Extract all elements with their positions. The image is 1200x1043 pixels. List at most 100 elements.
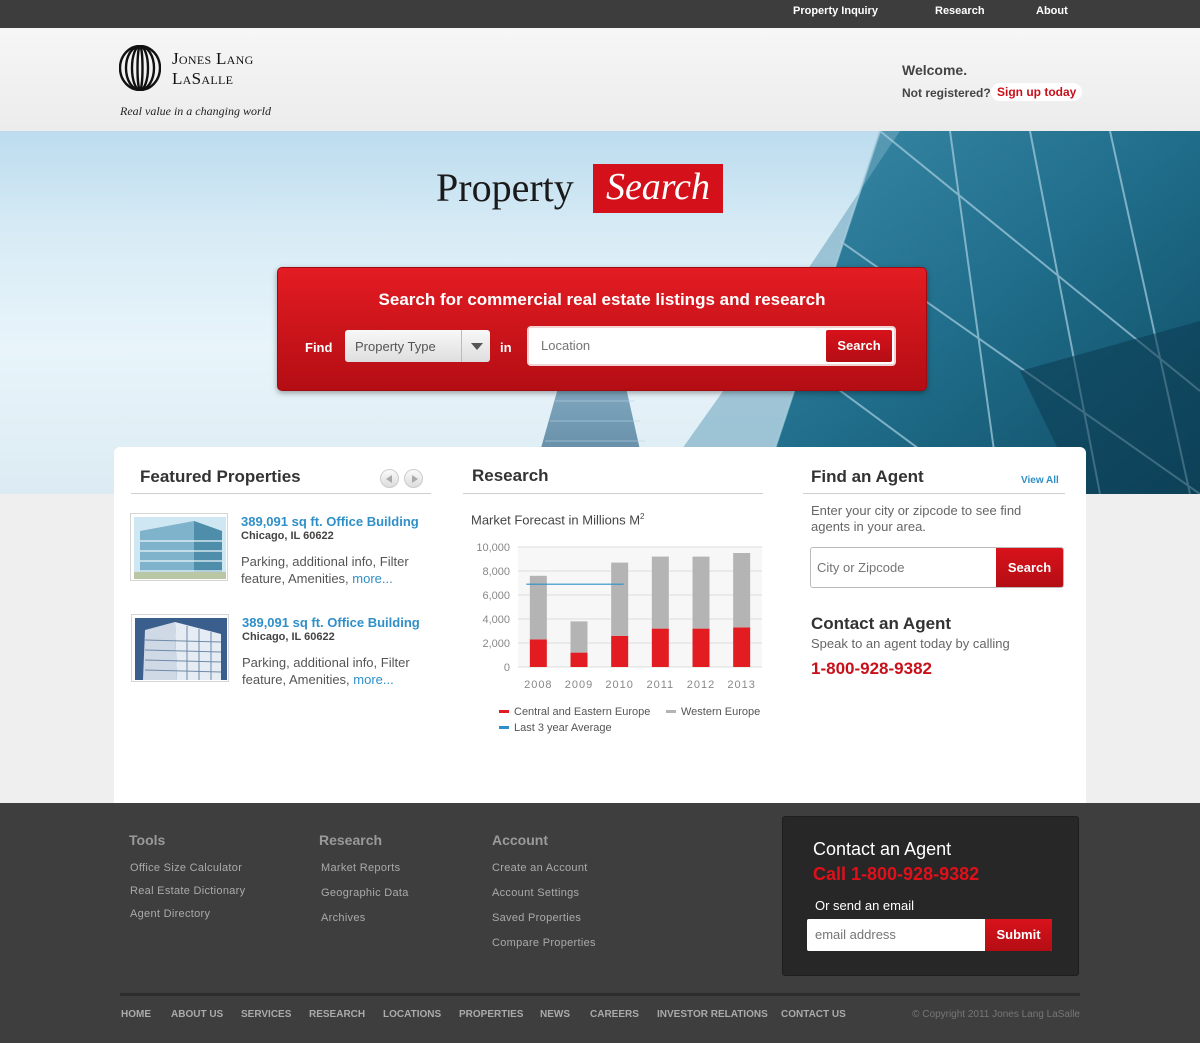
property-thumbnail[interactable] [130, 513, 228, 581]
legend-swatch [666, 709, 676, 713]
in-label: in [500, 340, 512, 355]
footer-link[interactable]: Office Size Calculator [130, 862, 242, 874]
footer-link[interactable]: Market Reports [321, 862, 400, 874]
market-forecast-chart: 10,000 8,000 6,000 4,000 2,000 0 2008 2009 2010 2… [476, 542, 762, 691]
bar-segment [529, 639, 547, 667]
brand-name[interactable]: Jones Lang LaSalle [172, 49, 254, 89]
hero-banner: Property Search Search for commercial re… [0, 131, 1200, 494]
property-title-link[interactable]: 389,091 sq ft. Office Building [241, 514, 419, 529]
not-registered-text: Not registered? [902, 86, 991, 100]
chart-title-text: Market Forecast in Millions M [471, 512, 641, 528]
footer-nav-home[interactable]: HOME [121, 1009, 151, 1020]
footer-nav-properties[interactable]: PROPERTIES [459, 1009, 523, 1020]
office-tower-image [135, 618, 227, 680]
hero-title-highlight: Search [593, 164, 723, 213]
x-tick-label: 2011 [647, 679, 675, 691]
contact-agent-heading: Contact an Agent [811, 614, 952, 633]
welcome-text: Welcome. [902, 62, 968, 78]
legend-label: Central and Eastern Europe [514, 706, 651, 718]
footer-link[interactable]: Geographic Data [321, 887, 409, 899]
footer-nav-contact[interactable]: CONTACT US [781, 1009, 846, 1020]
property-description: Parking, additional info, Filter feature… [241, 553, 431, 587]
footer-nav-locations[interactable]: LOCATIONS [383, 1009, 441, 1020]
footer-nav-investor-relations[interactable]: INVESTOR RELATIONS [657, 1009, 768, 1020]
chart-title: Market Forecast in Millions M2 [471, 512, 645, 527]
bar-segment [692, 556, 710, 629]
brand-tagline: Real value in a changing world [120, 104, 271, 118]
city-zip-input[interactable] [817, 560, 987, 575]
footer-link[interactable]: Compare Properties [492, 937, 596, 949]
topnav-about[interactable]: About [1036, 5, 1068, 17]
legend-item: Central and Eastern Europe [499, 706, 650, 718]
x-tick-label: 2010 [605, 679, 633, 691]
footer-email-label: Or send an email [815, 898, 914, 913]
y-tick-label: 4,000 [482, 614, 510, 626]
bar-segment [733, 553, 751, 628]
x-tick-label: 2012 [687, 679, 715, 691]
footer-link[interactable]: Archives [321, 912, 366, 924]
property-type-select[interactable]: Property Type [345, 330, 490, 362]
bar-segment [611, 562, 629, 636]
view-all-link[interactable]: View All [1021, 475, 1059, 486]
property-description: Parking, additional info, Filter feature… [242, 654, 432, 688]
bar-segment [529, 575, 547, 640]
legend-swatch [499, 725, 509, 729]
office-building-image [134, 517, 226, 579]
next-arrow-icon[interactable] [404, 469, 423, 488]
property-type-value: Property Type [355, 339, 436, 354]
agent-search-button[interactable]: Search [996, 548, 1063, 587]
footer-link[interactable]: Create an Account [492, 862, 588, 874]
find-label: Find [305, 340, 333, 355]
y-tick-label: 10,000 [476, 542, 510, 554]
search-heading: Search for commercial real estate listin… [378, 290, 826, 309]
chevron-down-icon[interactable] [461, 330, 490, 362]
topnav-property-inquiry[interactable]: Property Inquiry [793, 5, 878, 17]
footer-nav-careers[interactable]: CAREERS [590, 1009, 639, 1020]
footer-account-heading: Account [492, 832, 548, 848]
bar-segment [651, 628, 669, 667]
more-link[interactable]: more... [353, 672, 393, 687]
bar-segment [733, 627, 751, 667]
property-title-link[interactable]: 389,091 sq ft. Office Building [242, 615, 420, 630]
agent-phone-number[interactable]: 1-800-928-9382 [811, 659, 932, 679]
plot-area [518, 547, 762, 667]
footer-nav-about[interactable]: ABOUT US [171, 1009, 223, 1020]
footer-nav-news[interactable]: NEWS [540, 1009, 570, 1020]
footer-link[interactable]: Real Estate Dictionary [130, 885, 245, 897]
footer-nav-services[interactable]: SERVICES [241, 1009, 291, 1020]
legend-label: Western Europe [681, 706, 761, 718]
property-search-button[interactable]: Search [826, 330, 892, 362]
signup-link[interactable]: Sign up today [991, 83, 1083, 101]
brand-line-1: Jones Lang [172, 49, 254, 68]
brand-line-2: LaSalle [172, 69, 234, 88]
footer-link[interactable]: Account Settings [492, 887, 579, 899]
prev-arrow-icon[interactable] [380, 469, 399, 488]
divider [803, 493, 1065, 494]
footer-call-number[interactable]: Call 1-800-928-9382 [813, 864, 979, 885]
brand-logo-icon[interactable] [119, 45, 161, 91]
contact-agent-subtext: Speak to an agent today by calling [811, 636, 1010, 651]
property-location: Chicago, IL 60622 [241, 530, 334, 542]
email-submit-button[interactable]: Submit [985, 919, 1052, 951]
y-tick-label: 0 [504, 662, 510, 674]
topnav-research[interactable]: Research [935, 5, 985, 17]
legend-swatch [499, 709, 509, 713]
bar-segment [611, 635, 629, 667]
property-thumbnail[interactable] [131, 614, 229, 682]
x-tick-label: 2008 [524, 679, 552, 691]
bar-segment [570, 652, 588, 667]
location-field-wrapper: Search [527, 326, 896, 366]
location-input[interactable] [541, 338, 811, 353]
find-agent-heading: Find an Agent [811, 467, 924, 486]
email-input[interactable] [815, 927, 975, 942]
x-tick-label: 2013 [727, 679, 755, 691]
footer-nav-research[interactable]: RESEARCH [309, 1009, 365, 1020]
divider [463, 493, 763, 494]
footer-link[interactable]: Saved Properties [492, 912, 581, 924]
more-link[interactable]: more... [352, 571, 392, 586]
footer-email-wrapper: Submit [807, 919, 1052, 951]
research-heading: Research [472, 466, 549, 485]
footer-divider [120, 993, 1080, 996]
x-tick-label: 2009 [565, 679, 593, 691]
footer-link[interactable]: Agent Directory [130, 908, 210, 920]
